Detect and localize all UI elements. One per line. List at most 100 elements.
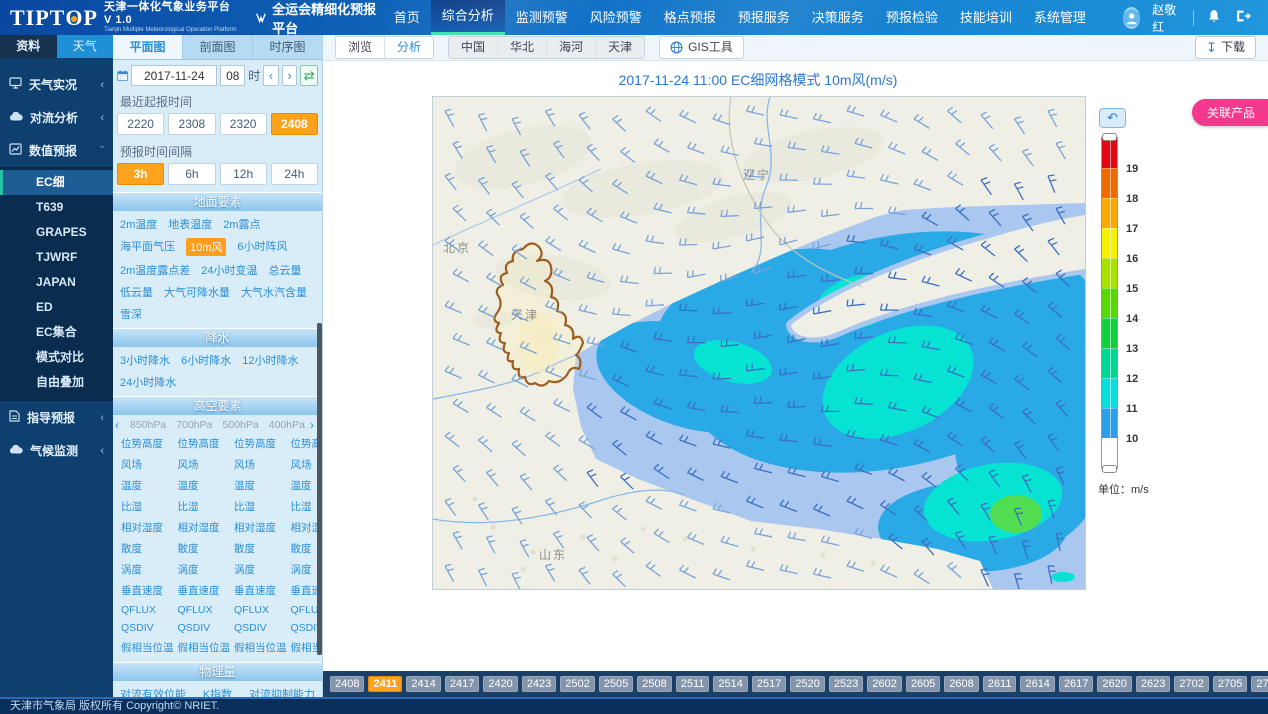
param-500hPa-相对湿度[interactable]: 相对湿度 <box>230 520 287 535</box>
view-tab-0[interactable]: 浏览 <box>336 37 385 58</box>
sidebar-group-2[interactable]: 数值预报ˇ <box>0 134 113 167</box>
sidebar-item-EC细[interactable]: EC细 <box>0 170 113 195</box>
param-700hPa-相对湿度[interactable]: 相对湿度 <box>174 520 231 535</box>
level-500hPa[interactable]: 500hPa <box>218 419 264 431</box>
element-6小时阵风[interactable]: 6小时阵风 <box>237 238 287 256</box>
param-500hPa-QSDIV[interactable]: QSDIV <box>230 622 287 634</box>
element-24小时变温[interactable]: 24小时变温 <box>201 262 257 278</box>
param-700hPa-位势高度[interactable]: 位势高度 <box>174 436 231 451</box>
panel-tab-2[interactable]: 时序图 <box>253 35 322 59</box>
time-step-2411[interactable]: 2411 <box>368 676 402 692</box>
element-大气可降水量[interactable]: 大气可降水量 <box>164 284 230 300</box>
region-天津[interactable]: 天津 <box>596 37 644 58</box>
param-700hPa-散度[interactable]: 散度 <box>174 541 231 556</box>
gis-tools-button[interactable]: GIS工具 <box>659 36 744 59</box>
prev-time-button[interactable]: ‹ <box>263 65 279 86</box>
scale-handle-top[interactable] <box>1102 133 1117 141</box>
param-500hPa-散度[interactable]: 散度 <box>230 541 287 556</box>
nav-item-6[interactable]: 决策服务 <box>801 0 875 35</box>
nav-item-4[interactable]: 格点预报 <box>653 0 727 35</box>
element-K指数[interactable]: K指数 <box>203 686 232 697</box>
sidebar-item-T639[interactable]: T639 <box>0 195 113 220</box>
time-step-2511[interactable]: 2511 <box>676 676 710 692</box>
nav-item-0[interactable]: 首页 <box>383 0 431 35</box>
element-对流有效位能[interactable]: 对流有效位能 <box>120 686 186 697</box>
param-700hPa-QFLUX[interactable]: QFLUX <box>174 604 231 616</box>
time-step-2611[interactable]: 2611 <box>983 676 1017 692</box>
element-海平面气压[interactable]: 海平面气压 <box>120 238 175 256</box>
init-time-2320[interactable]: 2320 <box>220 113 267 135</box>
time-step-2517[interactable]: 2517 <box>752 676 786 692</box>
time-step-2614[interactable]: 2614 <box>1020 676 1054 692</box>
download-button[interactable]: ↧ 下载 <box>1195 36 1256 59</box>
sidebar-tab-1[interactable]: 天气 <box>57 35 114 58</box>
sidebar-item-ED[interactable]: ED <box>0 295 113 320</box>
interval-24h[interactable]: 24h <box>271 163 318 185</box>
param-850hPa-假相当位温[interactable]: 假相当位温 <box>117 640 174 655</box>
element-2m温度露点差[interactable]: 2m温度露点差 <box>120 262 190 278</box>
region-中国[interactable]: 中国 <box>449 37 498 58</box>
param-850hPa-温度[interactable]: 温度 <box>117 478 174 493</box>
level-850hPa[interactable]: 850hPa <box>125 419 171 431</box>
region-华北[interactable]: 华北 <box>498 37 547 58</box>
logout-icon[interactable] <box>1235 9 1252 26</box>
param-850hPa-QSDIV[interactable]: QSDIV <box>117 622 174 634</box>
param-500hPa-假相当位温[interactable]: 假相当位温 <box>230 640 287 655</box>
interval-6h[interactable]: 6h <box>168 163 215 185</box>
nav-item-3[interactable]: 风险预警 <box>579 0 653 35</box>
param-700hPa-风场[interactable]: 风场 <box>174 457 231 472</box>
param-500hPa-比湿[interactable]: 比湿 <box>230 499 287 514</box>
time-step-2420[interactable]: 2420 <box>483 676 517 692</box>
element-10m风[interactable]: 10m风 <box>186 238 226 256</box>
level-400hPa[interactable]: 400hPa <box>264 419 310 431</box>
time-step-2617[interactable]: 2617 <box>1059 676 1093 692</box>
time-step-2423[interactable]: 2423 <box>522 676 556 692</box>
time-step-2623[interactable]: 2623 <box>1136 676 1170 692</box>
sidebar-group-3[interactable]: 指导预报‹ <box>0 401 113 434</box>
hour-input[interactable] <box>220 65 245 86</box>
time-step-2414[interactable]: 2414 <box>406 676 440 692</box>
sidebar-tab-0[interactable]: 资料 <box>0 35 57 58</box>
param-850hPa-散度[interactable]: 散度 <box>117 541 174 556</box>
panel-tab-1[interactable]: 剖面图 <box>183 35 253 59</box>
element-2m露点[interactable]: 2m露点 <box>223 216 260 232</box>
param-700hPa-QSDIV[interactable]: QSDIV <box>174 622 231 634</box>
param-500hPa-QFLUX[interactable]: QFLUX <box>230 604 287 616</box>
time-step-2702[interactable]: 2702 <box>1174 676 1208 692</box>
element-2m温度[interactable]: 2m温度 <box>120 216 157 232</box>
param-850hPa-比湿[interactable]: 比湿 <box>117 499 174 514</box>
param-500hPa-位势高度[interactable]: 位势高度 <box>230 436 287 451</box>
param-700hPa-涡度[interactable]: 涡度 <box>174 562 231 577</box>
param-700hPa-温度[interactable]: 温度 <box>174 478 231 493</box>
param-500hPa-温度[interactable]: 温度 <box>230 478 287 493</box>
time-step-2417[interactable]: 2417 <box>445 676 479 692</box>
view-tab-1[interactable]: 分析 <box>385 37 433 58</box>
element-大气水汽含量[interactable]: 大气水汽含量 <box>241 284 307 300</box>
param-850hPa-QFLUX[interactable]: QFLUX <box>117 604 174 616</box>
sidebar-group-0[interactable]: 天气实况‹ <box>0 68 113 101</box>
param-850hPa-风场[interactable]: 风场 <box>117 457 174 472</box>
sidebar-group-1[interactable]: 对流分析‹ <box>0 101 113 134</box>
interval-12h[interactable]: 12h <box>220 163 267 185</box>
init-time-2408[interactable]: 2408 <box>271 113 318 135</box>
param-850hPa-垂直速度[interactable]: 垂直速度 <box>117 583 174 598</box>
sidebar-item-GRAPES[interactable]: GRAPES <box>0 220 113 245</box>
element-24小时降水[interactable]: 24小时降水 <box>120 374 176 390</box>
level-700hPa[interactable]: 700hPa <box>171 419 217 431</box>
time-step-2502[interactable]: 2502 <box>560 676 594 692</box>
time-step-2514[interactable]: 2514 <box>713 676 747 692</box>
scale-handle-bottom[interactable] <box>1102 465 1117 473</box>
nav-item-5[interactable]: 预报服务 <box>727 0 801 35</box>
param-700hPa-垂直速度[interactable]: 垂直速度 <box>174 583 231 598</box>
undo-icon[interactable]: ↶ <box>1099 108 1126 128</box>
param-850hPa-涡度[interactable]: 涡度 <box>117 562 174 577</box>
panel-tab-0[interactable]: 平面图 <box>113 35 183 59</box>
time-step-2705[interactable]: 2705 <box>1213 676 1247 692</box>
time-step-2408[interactable]: 2408 <box>330 676 364 692</box>
sidebar-item-模式对比[interactable]: 模式对比 <box>0 345 113 370</box>
time-step-2508[interactable]: 2508 <box>637 676 671 692</box>
time-step-2708[interactable]: 2708 <box>1251 676 1268 692</box>
init-time-2308[interactable]: 2308 <box>168 113 215 135</box>
element-总云量[interactable]: 总云量 <box>269 262 302 278</box>
interval-3h[interactable]: 3h <box>117 163 164 185</box>
